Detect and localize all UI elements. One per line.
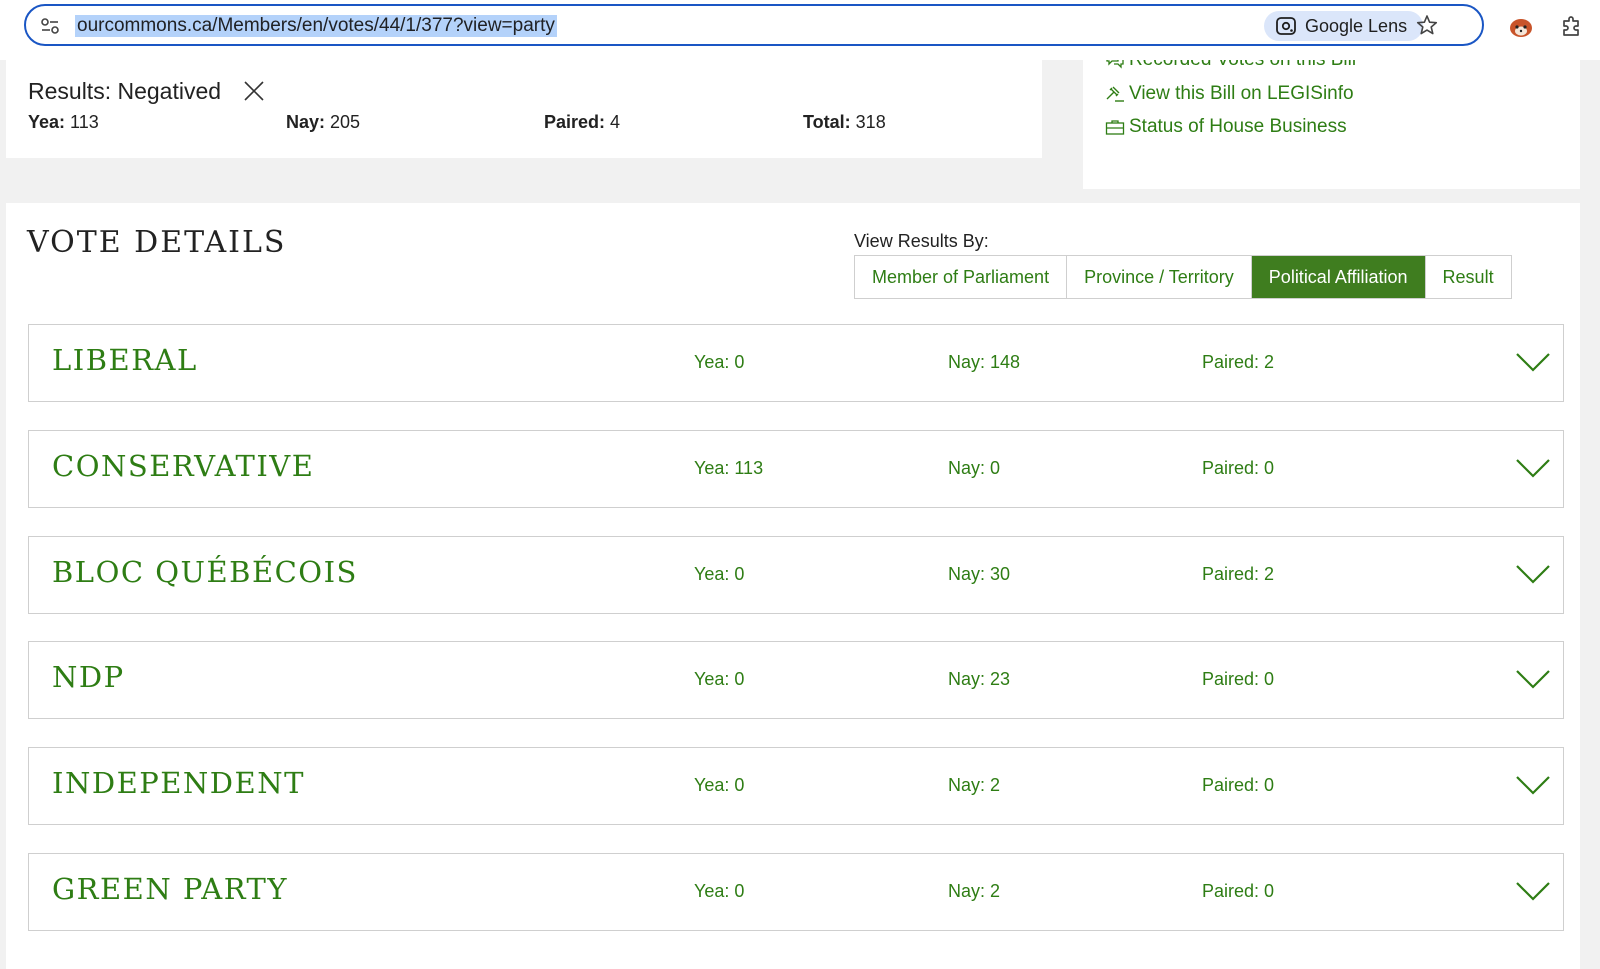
google-lens-button[interactable]: Google Lens	[1264, 11, 1423, 41]
party-name: NDP	[52, 660, 125, 694]
bookmark-star-icon[interactable]	[1416, 14, 1438, 36]
party-row-ndp[interactable]: NDP Yea: 0 Nay: 23 Paired: 0	[28, 641, 1564, 719]
party-row-green-party[interactable]: GREEN PARTY Yea: 0 Nay: 2 Paired: 0	[28, 853, 1564, 931]
results-heading: Results: Negatived	[28, 78, 222, 104]
party-paired: Paired: 0	[1202, 669, 1275, 689]
party-yea: Yea: 0	[694, 669, 745, 689]
tab-political-affiliation[interactable]: Political Affiliation	[1251, 256, 1426, 298]
paired-total: Paired: 4	[544, 112, 621, 132]
party-yea: Yea: 0	[694, 352, 745, 372]
extensions-puzzle-icon[interactable]	[1560, 14, 1584, 38]
party-nay: Nay: 23	[948, 669, 1011, 689]
briefcase-icon	[1105, 120, 1125, 135]
party-name: INDEPENDENT	[52, 766, 305, 800]
red-panda-extension-icon[interactable]	[1508, 14, 1534, 40]
tab-province-territory[interactable]: Province / Territory	[1067, 256, 1252, 298]
party-nay: Nay: 30	[948, 564, 1011, 584]
chevron-down-icon[interactable]	[1515, 563, 1551, 585]
party-nay: Nay: 2	[948, 881, 1001, 901]
party-nay: Nay: 0	[948, 458, 1001, 478]
vote-details-title: VOTE DETAILS	[27, 225, 287, 260]
party-row-conservative[interactable]: CONSERVATIVE Yea: 113 Nay: 0 Paired: 0	[28, 430, 1564, 508]
party-row-bloc-quebecois[interactable]: BLOC QUÉBÉCOIS Yea: 0 Nay: 30 Paired: 2	[28, 536, 1564, 614]
view-results-label: View Results By:	[854, 231, 989, 251]
tab-member-of-parliament[interactable]: Member of Parliament	[855, 256, 1068, 298]
nay-total: Nay: 205	[286, 112, 361, 132]
party-name: GREEN PARTY	[52, 872, 289, 906]
related-links-card: Recorded Votes on this Bill View this Bi…	[1083, 60, 1580, 189]
party-yea: Yea: 0	[694, 881, 745, 901]
party-yea: Yea: 0	[694, 775, 745, 795]
party-paired: Paired: 0	[1202, 775, 1275, 795]
chevron-down-icon[interactable]	[1515, 774, 1551, 796]
chevron-down-icon[interactable]	[1515, 880, 1551, 902]
chevron-down-icon[interactable]	[1515, 668, 1551, 690]
tab-result[interactable]: Result	[1426, 256, 1511, 298]
party-yea: Yea: 0	[694, 564, 745, 584]
party-paired: Paired: 0	[1202, 881, 1275, 901]
chevron-down-icon[interactable]	[1515, 457, 1551, 479]
google-lens-label: Google Lens	[1305, 16, 1408, 36]
google-lens-icon	[1276, 17, 1296, 35]
view-results-tabs: Member of Parliament Province / Territor…	[854, 255, 1512, 299]
chat-bubbles-icon	[1106, 60, 1124, 69]
browser-toolbar: ourcommons.ca/Members/en/votes/44/1/377?…	[0, 0, 1600, 60]
party-paired: Paired: 0	[1202, 458, 1275, 478]
address-bar[interactable]: ourcommons.ca/Members/en/votes/44/1/377?…	[24, 4, 1484, 46]
url-text[interactable]: ourcommons.ca/Members/en/votes/44/1/377?…	[75, 15, 557, 37]
party-paired: Paired: 2	[1202, 352, 1275, 372]
close-x-icon	[244, 81, 264, 101]
chevron-down-icon[interactable]	[1515, 351, 1551, 373]
party-name: CONSERVATIVE	[52, 449, 315, 483]
party-row-liberal[interactable]: LIBERAL Yea: 0 Nay: 148 Paired: 2	[28, 324, 1564, 402]
gavel-icon	[1106, 86, 1124, 102]
party-nay: Nay: 148	[948, 352, 1021, 372]
party-row-independent[interactable]: INDEPENDENT Yea: 0 Nay: 2 Paired: 0	[28, 747, 1564, 825]
party-name: LIBERAL	[52, 343, 198, 377]
party-name: BLOC QUÉBÉCOIS	[52, 555, 358, 589]
party-nay: Nay: 2	[948, 775, 1001, 795]
site-info-icon[interactable]	[40, 16, 60, 36]
party-paired: Paired: 2	[1202, 564, 1275, 584]
yea-total: Yea: 113	[28, 112, 99, 132]
overall-total: Total: 318	[803, 112, 886, 132]
results-summary-card: Results: Negatived Yea: 113 Nay: 205 Pai…	[6, 60, 1042, 158]
party-yea: Yea: 113	[694, 458, 764, 478]
vote-details-panel: VOTE DETAILS View Results By: Member of …	[6, 203, 1580, 969]
